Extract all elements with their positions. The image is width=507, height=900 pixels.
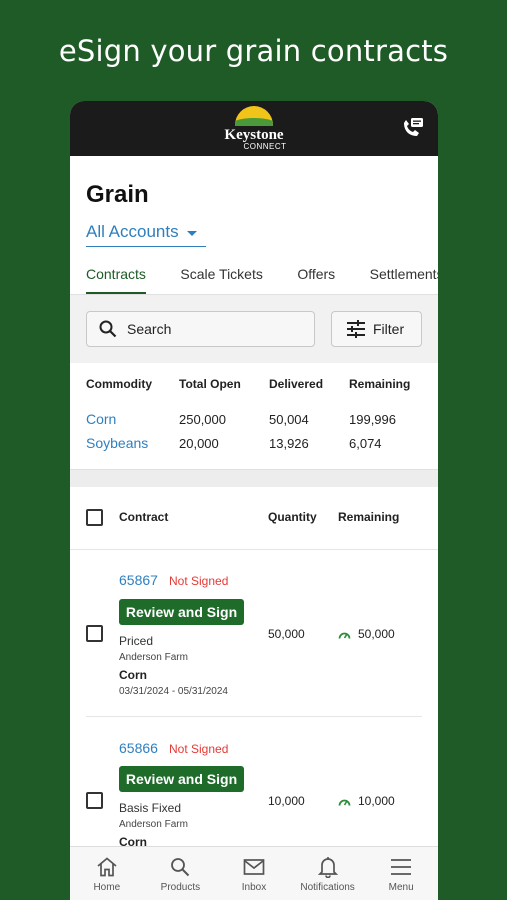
account-selector-label: All Accounts: [86, 222, 179, 241]
contract-remaining: 10,000: [338, 794, 395, 808]
contract-number-link[interactable]: 65867: [119, 572, 158, 588]
summary-total-open: 20,000: [179, 436, 219, 451]
nav-products[interactable]: Products: [144, 847, 218, 900]
review-and-sign-button[interactable]: Review and Sign: [119, 766, 244, 792]
select-all-checkbox[interactable]: [86, 509, 103, 526]
list-header-contract: Contract: [119, 510, 169, 524]
contract-status: Not Signed: [169, 574, 229, 588]
filter-button[interactable]: Filter: [331, 311, 422, 347]
summary-header-commodity: Commodity: [86, 377, 152, 391]
home-icon: [97, 857, 117, 877]
contract-remaining: 50,000: [338, 627, 395, 641]
gauge-icon: [338, 632, 351, 639]
filter-sliders-icon: [347, 320, 365, 338]
list-header-quantity: Quantity: [268, 510, 317, 524]
nav-inbox-label: Inbox: [241, 882, 267, 893]
nav-menu-label: Menu: [388, 882, 414, 893]
list-header-divider: [70, 549, 438, 550]
menu-icon: [391, 859, 412, 875]
tab-bar: Contracts Scale Tickets Offers Settlemen…: [86, 266, 438, 296]
nav-inbox[interactable]: Inbox: [217, 847, 291, 900]
marketing-headline: eSign your grain contracts: [58, 34, 449, 68]
nav-home[interactable]: Home: [70, 847, 144, 900]
commodity-link-soybeans[interactable]: Soybeans: [86, 435, 148, 451]
tab-settlements[interactable]: Settlements: [370, 266, 438, 292]
row-checkbox[interactable]: [86, 792, 103, 809]
contract-status: Not Signed: [169, 742, 229, 756]
contract-number-link[interactable]: 65866: [119, 740, 158, 756]
summary-header-total-open: Total Open: [179, 377, 241, 391]
logo-sun-icon: [235, 106, 273, 126]
summary-remaining: 6,074: [349, 436, 382, 451]
tab-offers[interactable]: Offers: [297, 266, 335, 292]
summary-remaining: 199,996: [349, 412, 396, 427]
nav-notifications-label: Notifications: [300, 882, 355, 893]
contract-quantity: 10,000: [268, 794, 305, 808]
contract-dates: 03/31/2024 - 05/31/2024: [119, 686, 228, 697]
logo-subtitle: CONNECT: [243, 142, 287, 151]
bottom-navigation: Home Products Inbox Notifications Menu: [70, 846, 438, 900]
nav-notifications[interactable]: Notifications: [291, 847, 365, 900]
search-input[interactable]: Search: [86, 311, 315, 347]
summary-header-delivered: Delivered: [269, 377, 324, 391]
contact-call-icon[interactable]: [400, 117, 424, 139]
contract-remaining-value: 50,000: [358, 627, 395, 641]
account-selector-underline: [86, 246, 206, 247]
filter-label: Filter: [373, 321, 405, 337]
summary-total-open: 250,000: [179, 412, 226, 427]
account-selector[interactable]: All Accounts: [86, 222, 197, 242]
contract-farm: Anderson Farm: [119, 652, 188, 663]
contract-type: Basis Fixed: [119, 801, 182, 815]
contract-remaining-value: 10,000: [358, 794, 395, 808]
summary-delivered: 13,926: [269, 436, 309, 451]
contract-quantity: 50,000: [268, 627, 305, 641]
search-filter-bar: Search Filter: [70, 295, 438, 363]
search-icon: [99, 320, 117, 338]
tab-scale-tickets[interactable]: Scale Tickets: [180, 266, 262, 292]
row-checkbox[interactable]: [86, 625, 103, 642]
nav-home-label: Home: [93, 882, 121, 893]
tab-contracts[interactable]: Contracts: [86, 266, 146, 295]
gauge-icon: [338, 799, 351, 806]
summary-header-remaining: Remaining: [349, 377, 411, 391]
caret-down-icon: [186, 230, 197, 236]
section-gap: [70, 469, 438, 487]
search-label: Search: [127, 321, 172, 337]
app-screen: Keystone CONNECT Grain All Accounts Cont…: [70, 101, 438, 900]
app-top-bar: Keystone CONNECT: [70, 101, 438, 156]
bell-icon: [317, 857, 338, 878]
commodity-link-corn[interactable]: Corn: [86, 411, 116, 427]
page-title: Grain: [86, 181, 149, 208]
contract-farm: Anderson Farm: [119, 819, 188, 830]
logo-name: Keystone: [224, 127, 284, 143]
summary-delivered: 50,004: [269, 412, 309, 427]
brand-logo: Keystone CONNECT: [216, 106, 292, 152]
search-icon: [171, 858, 190, 877]
review-and-sign-button[interactable]: Review and Sign: [119, 599, 244, 625]
nav-menu[interactable]: Menu: [364, 847, 438, 900]
mail-icon: [243, 859, 265, 875]
nav-products-label: Products: [160, 882, 201, 893]
contract-commodity: Corn: [119, 668, 147, 682]
contract-type: Priced: [119, 634, 154, 648]
row-divider: [86, 716, 422, 717]
list-header-remaining: Remaining: [338, 510, 400, 524]
